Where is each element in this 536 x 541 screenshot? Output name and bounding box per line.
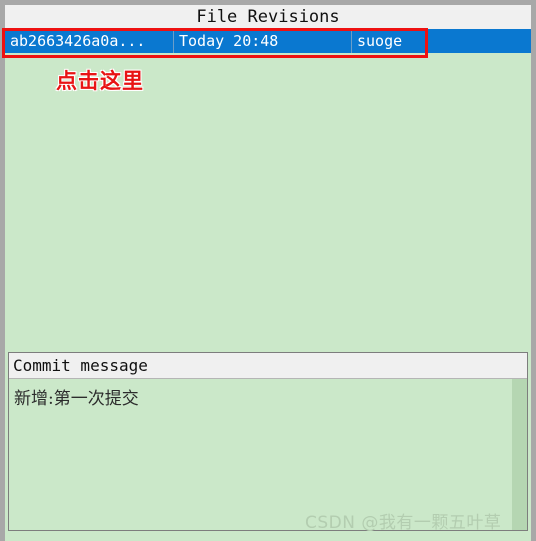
table-row[interactable]: ab2663426a0a... Today 20:48 suoge (5, 29, 531, 53)
commit-message-panel: Commit message 新增:第一次提交 (8, 352, 528, 531)
commit-message-label: Commit message (13, 356, 148, 375)
annotation-callout-text: 点击这里 (56, 69, 144, 93)
commit-message-header: Commit message (9, 353, 527, 379)
file-revisions-window: File Revisions ab2663426a0a... Today 20:… (0, 0, 536, 541)
window-title: File Revisions (196, 7, 340, 27)
revision-hash-cell[interactable]: ab2663426a0a... (5, 29, 173, 53)
revision-date-cell[interactable]: Today 20:48 (173, 29, 351, 53)
titlebar: File Revisions (5, 5, 531, 29)
commit-message-scrollbar[interactable] (512, 379, 527, 530)
commit-message-text: 新增:第一次提交 (14, 389, 139, 409)
revision-author-cell[interactable]: suoge (351, 29, 531, 53)
watermark: CSDN @我有一颗五叶草 (305, 513, 502, 533)
